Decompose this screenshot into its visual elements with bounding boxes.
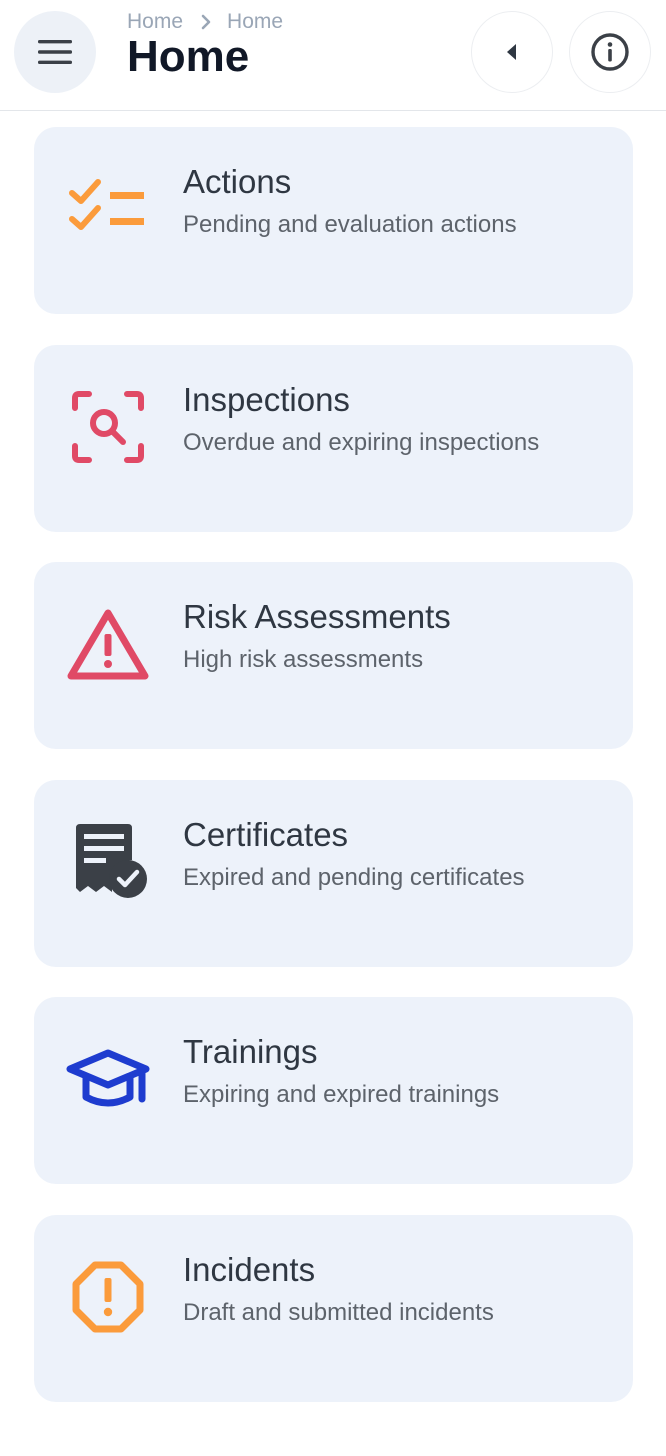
card-title: Actions: [183, 163, 292, 200]
breadcrumb-item: Home: [227, 10, 284, 33]
card-title: Trainings: [183, 1033, 318, 1070]
hamburger-menu-icon: [38, 40, 72, 64]
graduation-cap-icon: [66, 1037, 150, 1121]
caret-left-icon: [507, 44, 516, 60]
card-title: Certificates: [183, 815, 349, 853]
certificate-check-icon: [66, 820, 150, 904]
card-inspections[interactable]: Inspections Overdue and expiring inspect…: [34, 344, 633, 532]
card-actions[interactable]: Actions Pending and evaluation actions: [34, 127, 633, 314]
page-title: Home: [127, 32, 250, 81]
card-title: Risk Assessments: [183, 598, 451, 635]
chevron-right-icon: [201, 14, 211, 30]
card-title: Inspections: [183, 380, 350, 418]
menu-button[interactable]: [14, 11, 96, 93]
card-subtitle: Expired and pending certificates: [183, 863, 525, 891]
checklist-icon: [66, 167, 150, 251]
card-subtitle: Draft and submitted incidents: [183, 1298, 494, 1326]
app-header: Home Home Home: [0, 0, 666, 111]
dashboard-cards: Actions Pending and evaluation actions I…: [34, 127, 633, 1432]
card-trainings[interactable]: Trainings Expiring and expired trainings: [34, 997, 633, 1184]
info-circle-icon: [591, 33, 629, 71]
card-subtitle: Overdue and expiring inspections: [183, 428, 540, 456]
card-subtitle: High risk assessments: [183, 646, 424, 673]
card-title: Incidents: [183, 1250, 316, 1288]
card-risk-assessments[interactable]: Risk Assessments High risk assessments: [34, 562, 633, 749]
card-subtitle: Pending and evaluation actions: [183, 211, 517, 238]
warning-triangle-icon: [66, 602, 150, 686]
scan-search-icon: [66, 385, 150, 469]
card-subtitle: Expiring and expired trainings: [183, 1081, 500, 1108]
breadcrumb-item[interactable]: Home: [127, 10, 183, 34]
back-button[interactable]: [471, 11, 553, 93]
card-certificates[interactable]: Certificates Expired and pending certifi…: [34, 779, 633, 967]
card-incidents[interactable]: Incidents Draft and submitted incidents: [34, 1214, 633, 1402]
info-button[interactable]: [569, 11, 651, 93]
alert-octagon-icon: [66, 1255, 150, 1339]
breadcrumb: Home Home: [127, 10, 283, 34]
